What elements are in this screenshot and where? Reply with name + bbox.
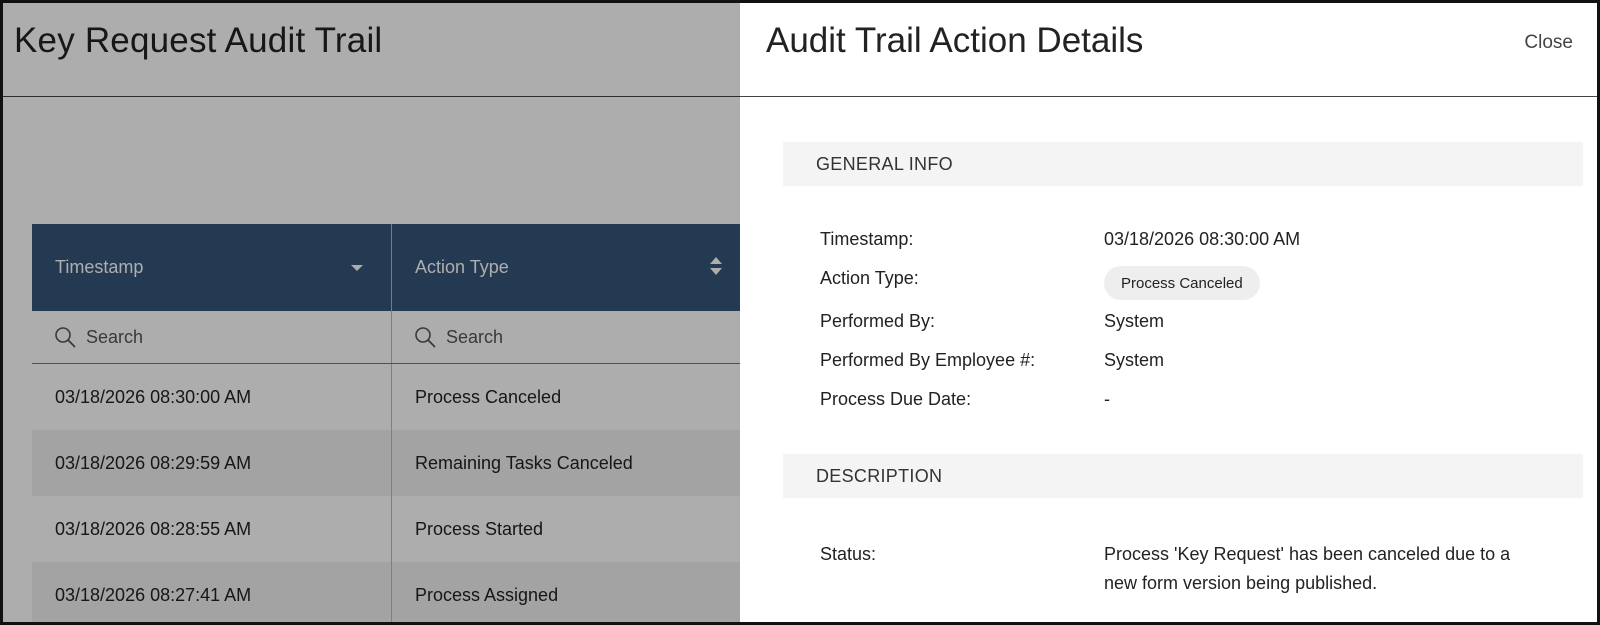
general-info-section-header: GENERAL INFO	[783, 142, 1583, 186]
status-value: Process 'Key Request' has been canceled …	[1104, 544, 1511, 593]
section-title: DESCRIPTION	[816, 466, 943, 486]
action-type-badge: Process Canceled	[1104, 266, 1260, 300]
section-title: GENERAL INFO	[816, 154, 953, 174]
timestamp-label: Timestamp:	[820, 229, 914, 249]
employee-number-label: Performed By Employee #:	[820, 350, 1036, 370]
close-button[interactable]: Close	[1518, 31, 1579, 55]
timestamp-value: 03/18/2026 08:30:00 AM	[1104, 229, 1301, 249]
app-window: Key Request Audit Trail Timestamp Action…	[0, 0, 1600, 625]
performed-by-value: System	[1104, 311, 1165, 331]
action-type-label: Action Type:	[820, 268, 919, 288]
due-date-label: Process Due Date:	[820, 389, 972, 409]
modal-backdrop[interactable]	[3, 3, 740, 622]
status-label: Status:	[820, 544, 877, 564]
performed-by-label: Performed By:	[820, 311, 936, 331]
panel-header: Audit Trail Action Details Close	[740, 3, 1597, 97]
description-section-header: DESCRIPTION	[783, 454, 1583, 498]
panel-title: Audit Trail Action Details	[766, 21, 1144, 60]
due-date-value: -	[1104, 389, 1110, 409]
employee-number-value: System	[1104, 350, 1165, 370]
audit-trail-page: Key Request Audit Trail Timestamp Action…	[3, 3, 740, 622]
action-details-panel: Audit Trail Action Details Close GENERAL…	[740, 3, 1597, 622]
